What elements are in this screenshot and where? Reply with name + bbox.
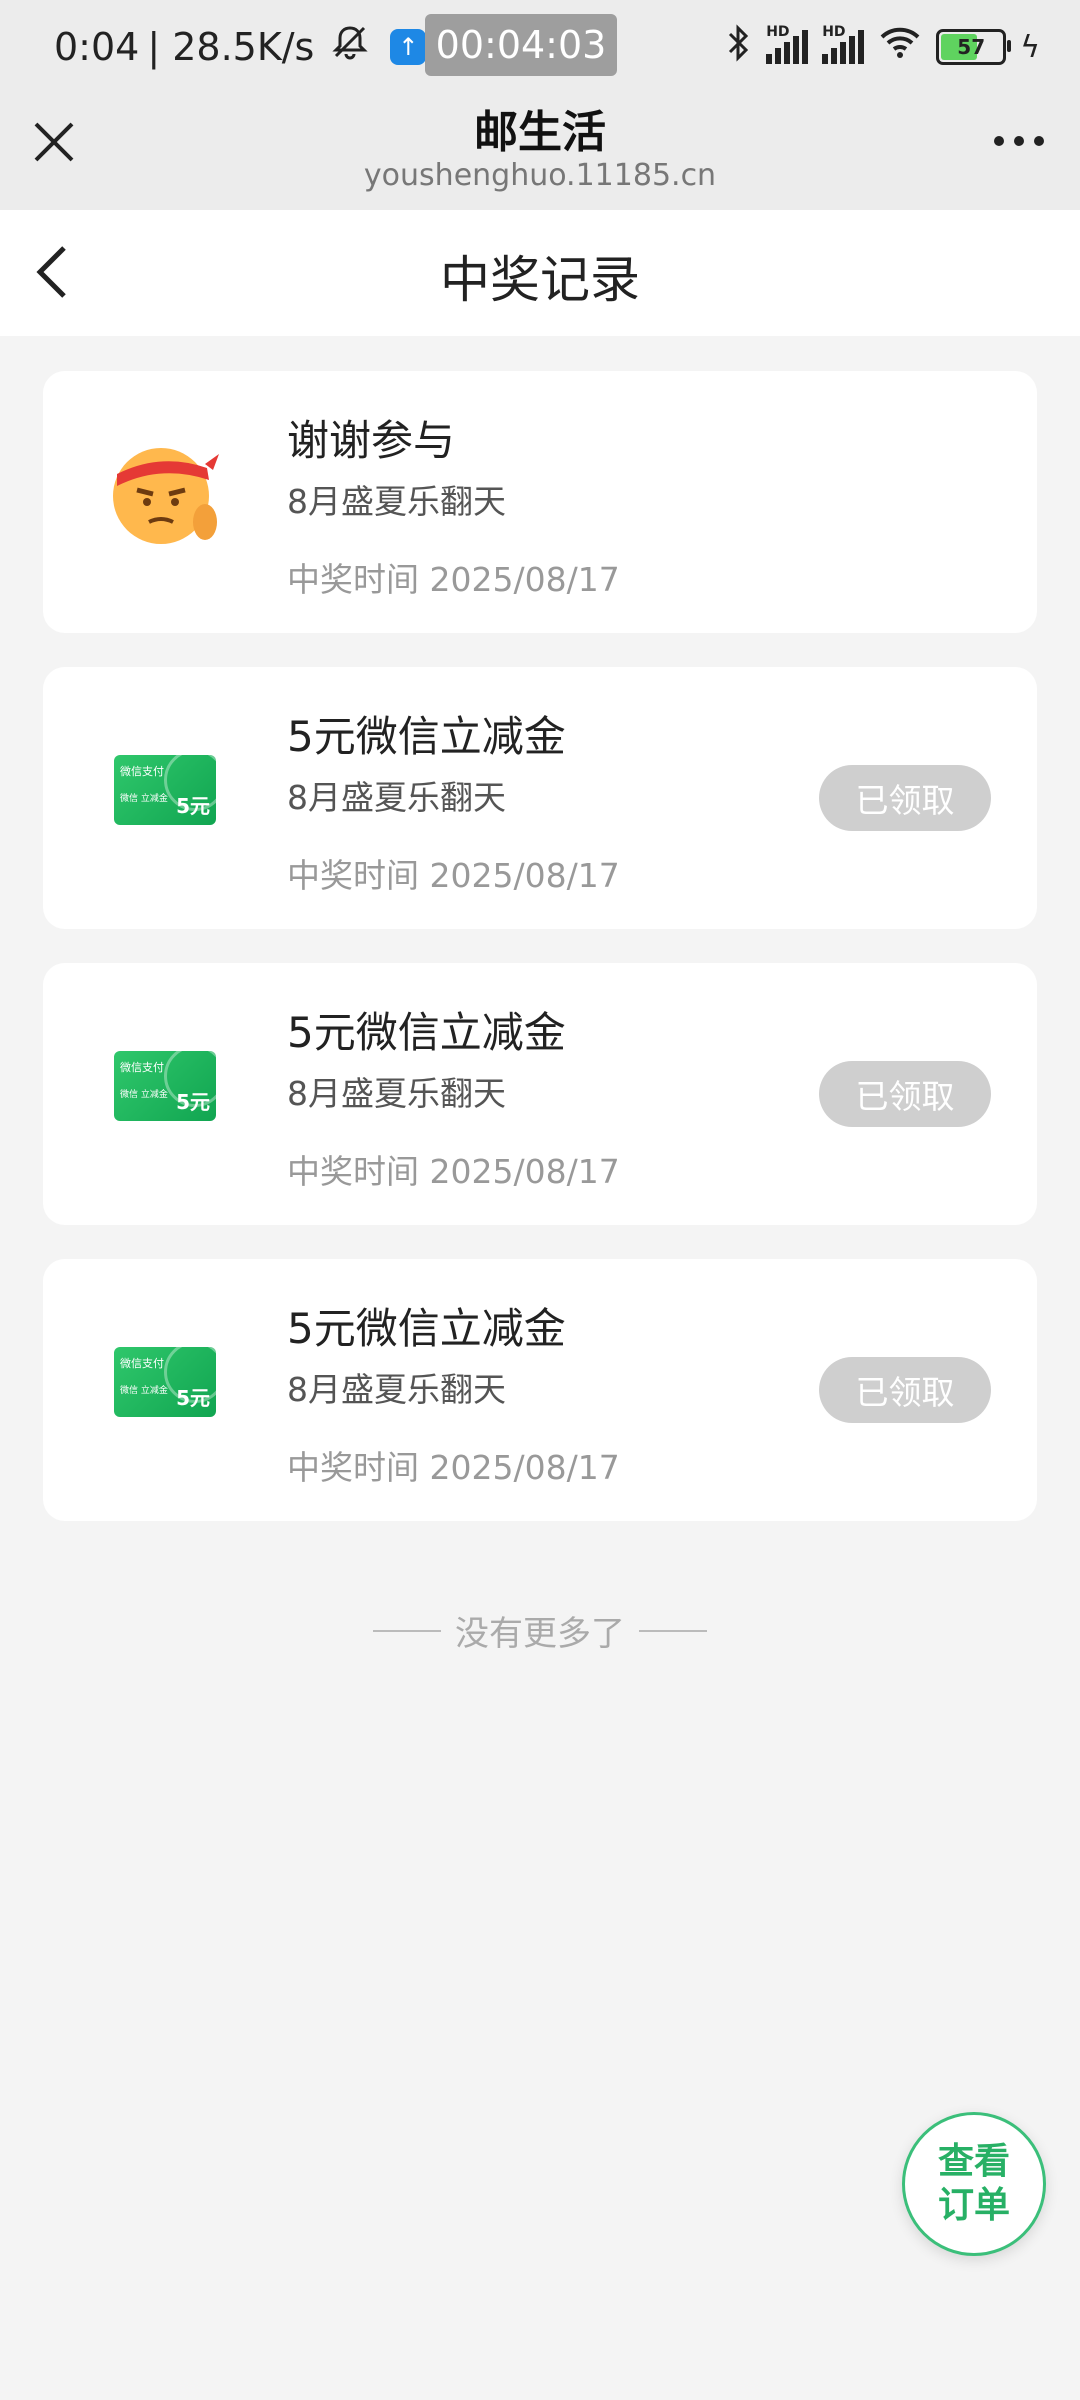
record-activity: 8月盛夏乐翻天 xyxy=(287,482,506,521)
page-header: 中奖记录 xyxy=(0,210,1080,336)
bluetooth-icon xyxy=(726,24,752,70)
battery-icon: 57 xyxy=(936,29,1012,65)
status-right: HD HD 57 ϟ xyxy=(726,24,1040,70)
recording-timer: 00:04:03 xyxy=(425,14,617,76)
record-activity: 8月盛夏乐翻天 xyxy=(287,1074,506,1113)
battery-level: 57 xyxy=(957,35,986,59)
claimed-button[interactable]: 已领取 xyxy=(819,1357,991,1423)
claimed-button[interactable]: 已领取 xyxy=(819,765,991,831)
record-name: 5元微信立减金 xyxy=(287,1008,566,1057)
record-card[interactable]: 微信支付 微信 立减金 5元 5元微信立减金 8月盛夏乐翻天 中奖时间 2025/0… xyxy=(43,1259,1037,1521)
record-activity: 8月盛夏乐翻天 xyxy=(287,1370,506,1409)
claimed-button[interactable]: 已领取 xyxy=(819,1061,991,1127)
view-orders-button[interactable]: 查看订单 xyxy=(902,2112,1046,2256)
wechat-voucher-icon: 微信支付 微信 立减金 5元 xyxy=(105,1021,225,1151)
record-name: 5元微信立减金 xyxy=(287,712,566,761)
wechat-voucher-icon: 微信支付 微信 立减金 5元 xyxy=(105,725,225,855)
upload-icon: ↑ xyxy=(390,28,427,65)
mute-bell-icon xyxy=(330,22,370,71)
no-more-indicator: 没有更多了 xyxy=(0,1606,1080,1655)
page-title: 中奖记录 xyxy=(440,251,640,309)
record-card[interactable]: 谢谢参与 8月盛夏乐翻天 中奖时间 2025/08/17 xyxy=(43,371,1037,633)
browser-url: youshenghuo.11185.cn xyxy=(363,158,717,193)
wifi-icon xyxy=(878,25,922,69)
browser-title: 邮生活 xyxy=(474,107,606,158)
signal-icon: HD xyxy=(766,24,809,64)
view-orders-label: 查看订单 xyxy=(937,2141,1010,2226)
record-time: 中奖时间 2025/08/17 xyxy=(287,856,620,895)
divider xyxy=(639,1629,707,1632)
divider xyxy=(373,1629,441,1632)
record-name: 5元微信立减金 xyxy=(287,1304,566,1353)
record-time: 中奖时间 2025/08/17 xyxy=(287,1152,620,1191)
record-card[interactable]: 微信支付 微信 立减金 5元 5元微信立减金 8月盛夏乐翻天 中奖时间 2025/0… xyxy=(43,667,1037,929)
charging-icon: ϟ xyxy=(1020,29,1040,65)
more-options-icon[interactable] xyxy=(994,136,1044,146)
status-bar: 0:04 | 28.5K/s ↑ 00:04:03 HD HD 57 ϟ xyxy=(0,0,1080,92)
no-more-text: 没有更多了 xyxy=(455,1614,625,1654)
wechat-voucher-icon: 微信支付 微信 立减金 5元 xyxy=(105,1317,225,1447)
record-name: 谢谢参与 xyxy=(287,416,456,465)
status-time: 0:04 xyxy=(54,24,140,69)
signal-icon-2: HD xyxy=(822,24,865,64)
status-left: 0:04 | 28.5K/s ↑ xyxy=(54,22,427,71)
record-card[interactable]: 微信支付 微信 立减金 5元 5元微信立减金 8月盛夏乐翻天 中奖时间 2025/0… xyxy=(43,963,1037,1225)
record-time: 中奖时间 2025/08/17 xyxy=(287,1448,620,1487)
emoji-face-icon xyxy=(105,429,225,559)
browser-bar: 邮生活 youshenghuo.11185.cn xyxy=(0,92,1080,210)
status-speed: | 28.5K/s xyxy=(147,24,315,69)
record-activity: 8月盛夏乐翻天 xyxy=(287,778,506,817)
record-time: 中奖时间 2025/08/17 xyxy=(287,560,620,599)
